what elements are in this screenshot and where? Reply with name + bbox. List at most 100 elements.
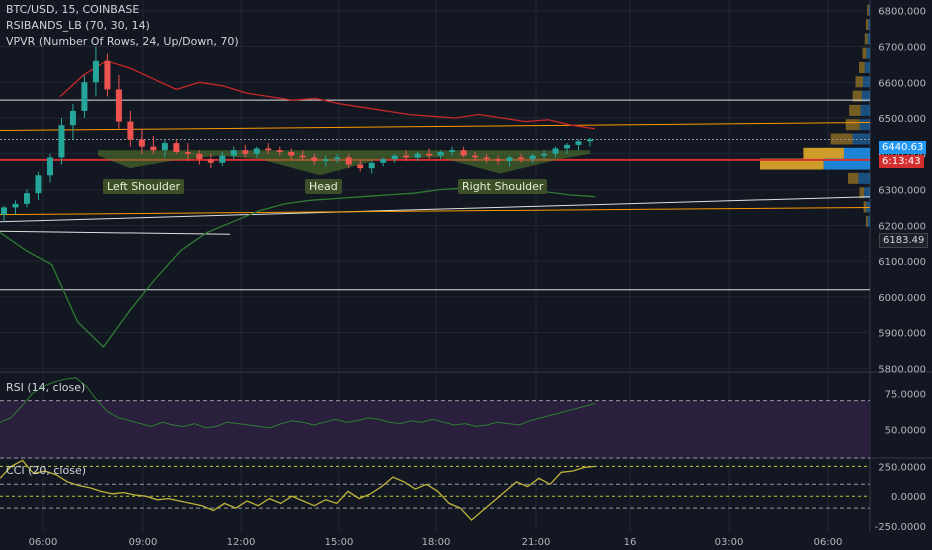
pattern-head-label: Head xyxy=(305,179,342,194)
indicator-rsibands-title[interactable]: RSIBANDS_LB (70, 30, 14) xyxy=(6,19,150,32)
candle-body xyxy=(127,121,134,140)
candle-body xyxy=(529,155,536,160)
symbol-title: BTC/USD, 15, COINBASE xyxy=(6,3,140,16)
y-tick-label: 6600.000 xyxy=(878,78,926,89)
x-tick-label: 16 xyxy=(624,537,637,548)
rsi-pane-title[interactable]: RSI (14, close) xyxy=(6,381,85,394)
rsi-tick-label: 75.0000 xyxy=(885,390,926,401)
rsi-band-upper-line xyxy=(59,60,596,130)
candle-body xyxy=(380,159,387,163)
candle-body xyxy=(334,157,341,160)
candle-body xyxy=(69,110,76,126)
x-tick-label: 03:00 xyxy=(715,537,744,548)
vpvr-bar-down xyxy=(865,215,868,227)
candle-body xyxy=(368,162,375,169)
cci-pane-title[interactable]: CCI (20, close) xyxy=(6,464,86,477)
vpvr-bar-up xyxy=(843,147,870,159)
head-shoulders-shape xyxy=(98,150,590,176)
y-tick-label: 6100.000 xyxy=(878,257,926,268)
vpvr-bar-up xyxy=(864,61,870,73)
cci-line xyxy=(0,459,596,521)
x-tick-label: 06:00 xyxy=(29,537,58,548)
candle-body xyxy=(552,148,559,154)
candle-body xyxy=(472,155,479,158)
candle-body xyxy=(196,153,203,160)
candle-body xyxy=(150,146,157,151)
last-price-tag: 6440.63 xyxy=(879,141,927,154)
candle-body xyxy=(184,152,191,154)
vpvr-bar-up xyxy=(868,19,870,31)
candle-body xyxy=(138,139,145,147)
vpvr-bar-up xyxy=(867,33,870,45)
candle-body xyxy=(564,144,571,149)
x-tick-label: 09:00 xyxy=(129,537,158,548)
candle-body xyxy=(23,193,30,204)
rsi-tick-label: 50.0000 xyxy=(885,425,926,436)
x-tick-label: 21:00 xyxy=(522,537,551,548)
candle-body xyxy=(311,157,318,161)
y-tick-label: 5900.000 xyxy=(878,329,926,340)
candle-body xyxy=(207,159,214,163)
candle-body xyxy=(253,148,260,154)
candle-body xyxy=(449,150,456,153)
orange-support-line xyxy=(0,206,871,216)
y-tick-label: 6500.000 xyxy=(878,114,926,125)
candle-body xyxy=(230,150,237,156)
candle-body xyxy=(242,150,249,154)
candle-body xyxy=(587,139,593,142)
candle-body xyxy=(391,155,398,160)
chart-canvas: 06:00 09:00 12:00 15:00 18:00 21:00 16 03:00 06:… xyxy=(0,0,932,548)
candle-body xyxy=(575,141,582,145)
candle-body xyxy=(219,155,226,163)
candle-body xyxy=(1,207,7,215)
vpvr-bar-down xyxy=(862,47,867,59)
candle-body xyxy=(437,152,444,156)
white-level-line xyxy=(0,230,231,235)
vpvr-bar-down xyxy=(848,172,859,184)
vpvr-bar-down xyxy=(864,33,868,45)
indicator-vpvr-title[interactable]: VPVR (Number Of Rows, 24, Up/Down, 70) xyxy=(6,35,239,48)
candle-body xyxy=(92,60,99,83)
candle-body xyxy=(265,148,272,151)
level-price-tag: 6183.49 xyxy=(879,233,929,248)
candle-body xyxy=(288,152,295,156)
candle-body xyxy=(161,143,168,151)
rsi-band-fill xyxy=(0,400,870,458)
x-tick-label: 06:00 xyxy=(814,537,843,548)
candle-body xyxy=(518,157,525,160)
vpvr-bar-up xyxy=(863,76,870,88)
x-tick-label: 18:00 xyxy=(422,537,451,548)
pattern-right-shoulder-label: Right Shoulder xyxy=(458,179,548,194)
cci-tick-label: -250.0000 xyxy=(875,522,926,533)
vpvr-bar-down xyxy=(803,147,844,159)
support-trendline xyxy=(0,196,871,223)
y-tick-label: 6700.000 xyxy=(878,43,926,54)
candle-body xyxy=(483,157,490,160)
candle-body xyxy=(46,157,53,176)
y-tick-label: 6200.000 xyxy=(878,221,926,232)
vpvr-bar-down xyxy=(863,201,867,213)
candle-body xyxy=(115,89,122,122)
y-tick-label: 6000.000 xyxy=(878,293,926,304)
vpvr-bar-down xyxy=(845,119,860,131)
candle-body xyxy=(276,150,283,153)
candle-body xyxy=(541,153,548,156)
y-tick-label: 5800.000 xyxy=(878,364,926,375)
vpvr-bar-down xyxy=(855,76,864,88)
vpvr-bar-up xyxy=(866,201,870,213)
candle-body xyxy=(495,159,502,161)
vpvr-bar-up xyxy=(860,104,870,116)
vpvr-bar-down xyxy=(849,104,861,116)
vpvr-bar-down xyxy=(859,61,865,73)
vpvr-bar-up xyxy=(868,4,870,16)
candle-body xyxy=(345,157,352,165)
cci-tick-label: 250.0000 xyxy=(878,462,926,473)
candle-body xyxy=(58,125,65,158)
candle-body xyxy=(414,153,421,158)
x-tick-label: 12:00 xyxy=(227,537,256,548)
x-tick-label: 15:00 xyxy=(325,537,354,548)
candle-body xyxy=(104,60,111,90)
y-tick-label: 6300.000 xyxy=(878,186,926,197)
candle-body xyxy=(173,143,180,153)
candle-body xyxy=(460,150,467,156)
